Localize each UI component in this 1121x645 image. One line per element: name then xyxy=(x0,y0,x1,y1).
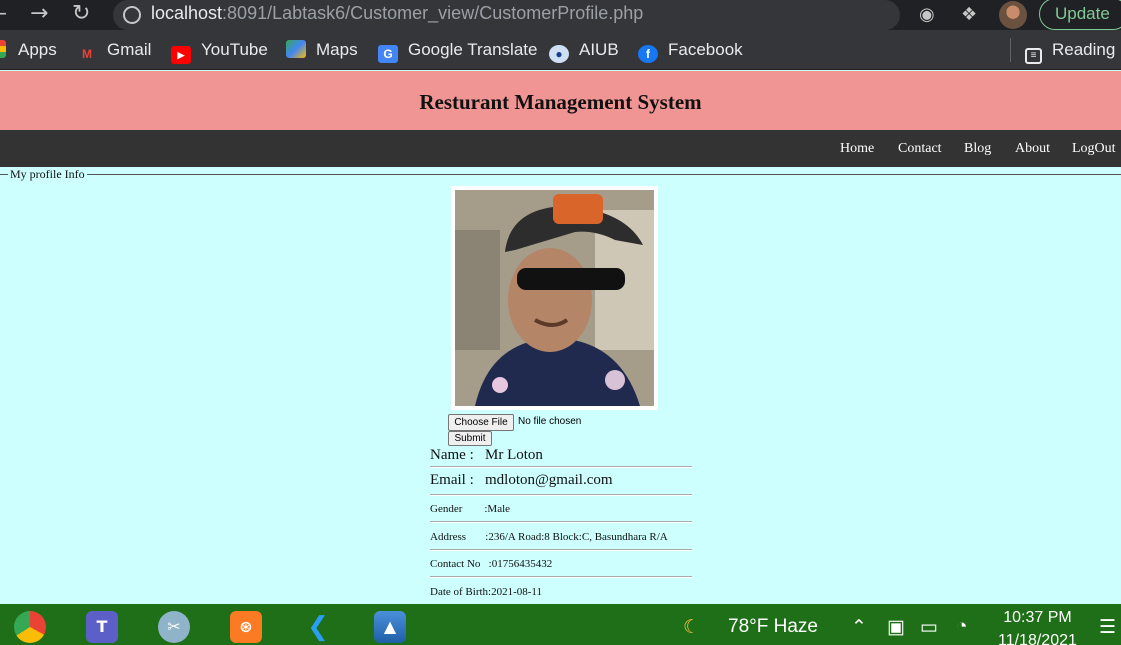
profile-contact: Contact No :01756435432 xyxy=(430,558,553,570)
forward-icon[interactable]: → xyxy=(30,1,48,27)
reading-list-icon: ≡ xyxy=(1025,48,1042,64)
bookmarks-bar: Apps M Gmail ▶ YouTube Maps G Google Transl… xyxy=(0,30,1121,70)
choose-file-button[interactable]: Choose File xyxy=(448,414,514,431)
profile-email: Email : mdloton@gmail.com xyxy=(430,472,613,488)
show-hidden-icons-icon[interactable]: ⌃ xyxy=(851,616,867,639)
bookmark-aiub[interactable]: ● AIUB xyxy=(549,40,619,63)
meet-now-icon[interactable]: ▣ xyxy=(887,616,905,639)
site-header: Resturant Management System xyxy=(0,71,1121,130)
extensions-icon[interactable]: ❖ xyxy=(961,4,977,25)
profile-legend: My profile Info xyxy=(8,167,87,182)
page-title: Resturant Management System xyxy=(419,90,702,114)
reload-icon[interactable]: ↻ xyxy=(72,1,90,27)
nav-blog[interactable]: Blog xyxy=(964,141,991,157)
windows-taskbar: T ✂ ⊛ ❮ ▲ ☾ 78°F Haze ⌃ ▣ ▭ ◔ 10:37 PM 1… xyxy=(0,604,1121,645)
weather-text[interactable]: 78°F Haze xyxy=(728,616,818,638)
teams-icon[interactable]: T xyxy=(86,611,118,643)
bookmark-apps[interactable]: Apps xyxy=(0,40,57,60)
clock-time: 10:37 PM xyxy=(1003,609,1072,626)
bookmark-facebook[interactable]: f Facebook xyxy=(638,40,743,63)
bookmark-youtube[interactable]: ▶ YouTube xyxy=(171,40,268,64)
vscode-icon[interactable]: ❮ xyxy=(302,611,334,643)
divider xyxy=(430,521,692,523)
nav-home[interactable]: Home xyxy=(840,141,874,157)
chrome-icon[interactable] xyxy=(14,611,46,643)
divider xyxy=(430,466,692,468)
profile-photo-illustration xyxy=(455,190,654,406)
divider xyxy=(430,549,692,551)
youtube-icon: ▶ xyxy=(171,46,191,64)
wifi-icon[interactable]: ◔ xyxy=(956,616,967,638)
photos-icon[interactable]: ▲ xyxy=(374,611,406,643)
reading-list[interactable]: ≡ Reading l xyxy=(1025,40,1121,64)
globe-icon[interactable]: ◉ xyxy=(919,4,935,25)
main-nav: Home Contact Blog About LogOut xyxy=(0,130,1121,167)
nav-about[interactable]: About xyxy=(1015,141,1050,157)
bookmark-google-translate[interactable]: G Google Translate xyxy=(378,40,537,63)
facebook-icon: f xyxy=(638,45,658,63)
profile-avatar[interactable] xyxy=(999,1,1027,29)
aiub-icon: ● xyxy=(549,45,569,63)
notifications-icon[interactable]: ☰ xyxy=(1099,616,1116,639)
site-info-icon[interactable] xyxy=(123,6,141,24)
apps-grid-icon xyxy=(0,40,6,58)
url-text[interactable]: localhost:8091/Labtask6/Customer_view/Cu… xyxy=(151,3,643,24)
maps-icon xyxy=(286,40,306,58)
gmail-icon: M xyxy=(82,47,92,61)
profile-photo-image xyxy=(455,190,654,406)
system-clock[interactable]: 10:37 PM 11/18/2021 xyxy=(998,608,1077,645)
profile-photo xyxy=(451,186,658,410)
profile-gender: Gender :Male xyxy=(430,503,511,515)
snipping-tool-icon[interactable]: ✂ xyxy=(158,611,190,643)
bookmark-gmail[interactable]: M Gmail xyxy=(77,40,151,63)
profile-name: Name : Mr Loton xyxy=(430,447,543,463)
profile-dob: Date of Birth:2021-08-11 xyxy=(430,586,543,598)
bookmarks-divider xyxy=(1010,38,1011,62)
clock-date: 11/18/2021 xyxy=(998,632,1077,645)
bookmark-maps[interactable]: Maps xyxy=(286,40,358,60)
battery-icon[interactable]: ▭ xyxy=(920,616,938,639)
divider xyxy=(430,576,692,578)
submit-button[interactable]: Submit xyxy=(448,431,492,446)
file-status-text: No file chosen xyxy=(518,416,582,427)
update-button[interactable]: Update xyxy=(1039,0,1121,30)
nav-contact[interactable]: Contact xyxy=(898,141,942,157)
weather-moon-icon: ☾ xyxy=(683,617,701,638)
xampp-icon[interactable]: ⊛ xyxy=(230,611,262,643)
address-bar[interactable]: localhost:8091/Labtask6/Customer_view/Cu… xyxy=(113,0,900,30)
browser-toolbar: – → ↻ localhost:8091/Labtask6/Customer_v… xyxy=(0,0,1121,30)
back-icon[interactable]: – xyxy=(0,1,7,27)
profile-address: Address :236/A Road:8 Block:C, Basundhar… xyxy=(430,531,668,543)
translate-icon: G xyxy=(378,45,398,63)
divider xyxy=(430,494,692,496)
nav-logout[interactable]: LogOut xyxy=(1072,141,1116,157)
